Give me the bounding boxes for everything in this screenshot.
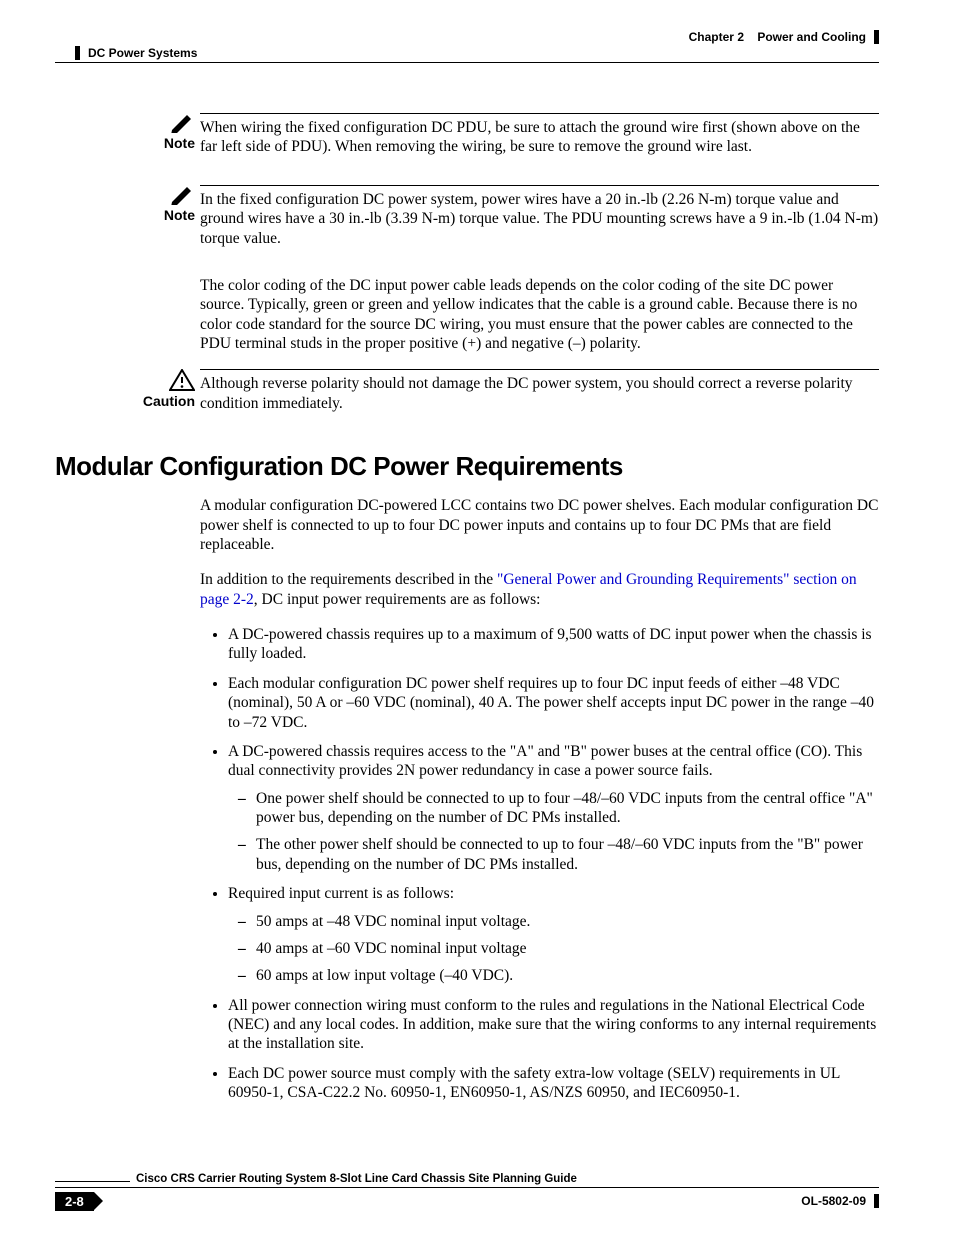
list-item: A DC-powered chassis requires up to a ma… (228, 625, 879, 664)
caution-text: Although reverse polarity should not dam… (200, 374, 879, 413)
footer-doc-title: Cisco CRS Carrier Routing System 8-Slot … (130, 1173, 577, 1185)
page-footer: Cisco CRS Carrier Routing System 8-Slot … (55, 1173, 879, 1211)
header-bar-icon (75, 46, 80, 60)
sub-list: One power shelf should be connected to u… (228, 789, 879, 875)
footer-bar-icon (874, 1194, 879, 1208)
section-breadcrumb: DC Power Systems (75, 46, 879, 60)
body-paragraph: In addition to the requirements describe… (55, 570, 879, 609)
note-label: Note (140, 207, 195, 223)
page-number-badge: 2-8 (55, 1192, 94, 1211)
list-item-text: A DC-powered chassis requires access to … (228, 743, 862, 779)
body-paragraph: A modular configuration DC-powered LCC c… (55, 496, 879, 554)
note-text: When wiring the fixed configuration DC P… (200, 118, 879, 157)
sub-list: 50 amps at –48 VDC nominal input voltage… (228, 912, 879, 986)
note-block: Note When wiring the fixed configuration… (55, 113, 879, 157)
note-text: In the fixed configuration DC power syst… (200, 190, 879, 248)
chapter-label: Chapter 2 Power and Cooling (689, 30, 866, 44)
document-id: OL-5802-09 (801, 1194, 866, 1208)
header-rule (55, 62, 879, 63)
running-header: Chapter 2 Power and Cooling (55, 30, 879, 44)
section-label: DC Power Systems (88, 46, 197, 60)
caution-icon (140, 369, 195, 391)
list-item: Each modular configuration DC power shel… (228, 674, 879, 732)
list-item: 50 amps at –48 VDC nominal input voltage… (256, 912, 879, 931)
text: In addition to the requirements describe… (200, 571, 497, 588)
pencil-icon (140, 185, 195, 205)
list-item: One power shelf should be connected to u… (256, 789, 879, 828)
caution-block: Caution Although reverse polarity should… (55, 369, 879, 413)
requirements-list: A DC-powered chassis requires up to a ma… (200, 625, 879, 1103)
list-item: The other power shelf should be connecte… (256, 835, 879, 874)
body-paragraph: The color coding of the DC input power c… (55, 276, 879, 354)
list-item: Each DC power source must comply with th… (228, 1064, 879, 1103)
note-label: Note (140, 135, 195, 151)
list-item: Required input current is as follows: 50… (228, 884, 879, 986)
list-item: A DC-powered chassis requires access to … (228, 742, 879, 874)
list-item-text: Required input current is as follows: (228, 885, 454, 902)
header-bar-icon (874, 30, 879, 44)
text: , DC input power requirements are as fol… (254, 591, 541, 608)
caution-label: Caution (140, 393, 195, 409)
list-item: All power connection wiring must conform… (228, 996, 879, 1054)
list-item: 40 amps at –60 VDC nominal input voltage (256, 939, 879, 958)
pencil-icon (140, 113, 195, 133)
triangle-icon (94, 1192, 103, 1210)
note-block: Note In the fixed configuration DC power… (55, 185, 879, 248)
section-heading: Modular Configuration DC Power Requireme… (55, 451, 879, 482)
list-item: 60 amps at low input voltage (–40 VDC). (256, 966, 879, 985)
